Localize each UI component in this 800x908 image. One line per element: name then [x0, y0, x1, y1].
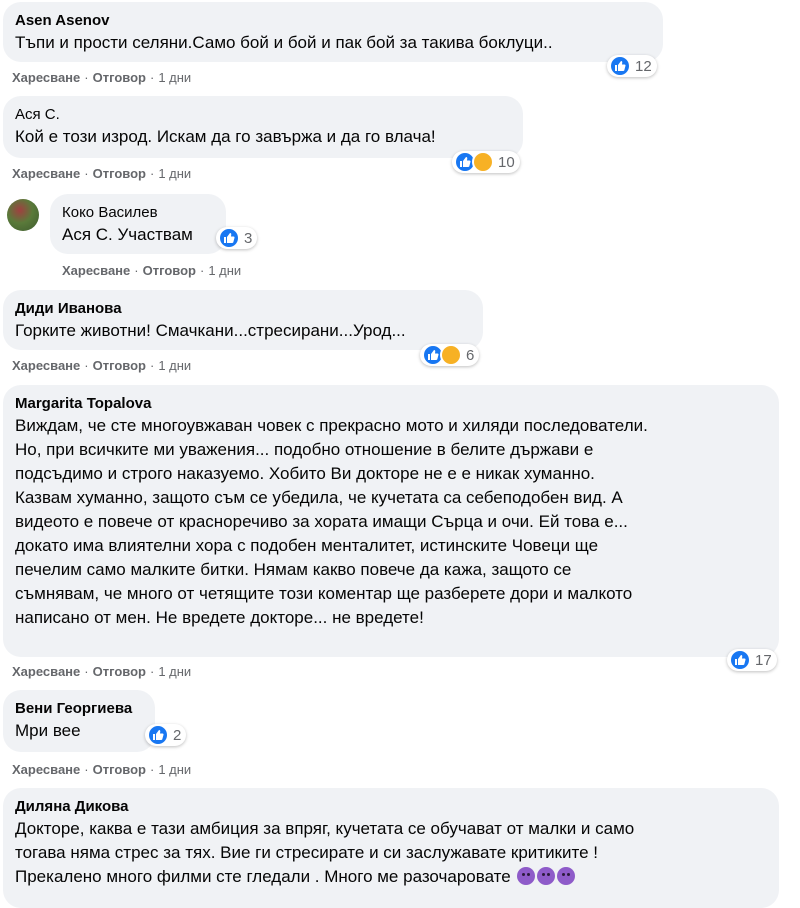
reply-link[interactable]: Отговор — [93, 358, 146, 373]
like-link[interactable]: Харесване — [12, 762, 80, 777]
comment-actions: Харесване · Отговор · 1 дни — [12, 664, 192, 679]
reaction-summary[interactable]: 10 — [452, 151, 520, 173]
comment-time[interactable]: 1 дни — [158, 358, 191, 373]
reply-link[interactable]: Отговор — [93, 166, 146, 181]
like-icon — [729, 649, 751, 671]
comment-actions: Харесване · Отговор · 1 дни — [12, 762, 192, 777]
like-link[interactable]: Харесване — [12, 70, 80, 85]
comment-bubble: Диди Иванова Горките животни! Смачкани..… — [3, 290, 483, 350]
comment-author[interactable]: Диляна Дикова — [15, 797, 765, 817]
like-icon — [147, 724, 169, 746]
like-link[interactable]: Харесване — [12, 166, 80, 181]
avatar[interactable] — [7, 199, 39, 231]
comment-author[interactable]: Коко Василев — [62, 203, 212, 223]
comment-text: Виждам, че сте многоувжаван човек с прек… — [15, 416, 648, 627]
haha-icon — [472, 151, 494, 173]
reaction-count: 2 — [173, 726, 182, 744]
comment-time[interactable]: 1 дни — [158, 70, 191, 85]
comment-time[interactable]: 1 дни — [158, 166, 191, 181]
comment-author[interactable]: Вени Георгиева — [15, 699, 141, 719]
reaction-count: 12 — [635, 57, 652, 75]
reaction-summary[interactable]: 3 — [216, 227, 258, 249]
comment-bubble: Диляна Дикова Докторе, каква е тази амби… — [3, 788, 779, 908]
comment-author[interactable]: Margarita Topalova — [15, 394, 765, 414]
comment-text: Кой е този изрод. Искам да го завържа и … — [15, 127, 436, 146]
like-icon — [609, 55, 631, 77]
comment-bubble: Margarita Topalova Виждам, че сте многоу… — [3, 385, 779, 657]
comment-author[interactable]: Asen Asenov — [15, 11, 649, 31]
comment-bubble: Коко Василев Ася С. Участвам — [50, 194, 226, 254]
comment-actions: Харесване · Отговор · 1 дни — [12, 358, 192, 373]
comment-actions: Харесване · Отговор · 1 дни — [62, 263, 242, 278]
sad-icon — [440, 344, 462, 366]
comment-time[interactable]: 1 дни — [208, 263, 241, 278]
reaction-count: 6 — [466, 346, 475, 364]
comment-bubble: Ася С. Кой е този изрод. Искам да го зав… — [3, 96, 523, 158]
angry-emoji-icon — [537, 867, 556, 885]
reply-link[interactable]: Отговор — [93, 762, 146, 777]
reaction-summary[interactable]: 12 — [607, 55, 657, 77]
comment-text: Горките животни! Смачкани...стресирани..… — [15, 321, 406, 340]
comment-time[interactable]: 1 дни — [158, 664, 191, 679]
reply-link[interactable]: Отговор — [93, 664, 146, 679]
reaction-summary[interactable]: 2 — [145, 724, 187, 746]
angry-emoji-icon — [557, 867, 576, 885]
reply-link[interactable]: Отговор — [143, 263, 196, 278]
comment-actions: Харесване · Отговор · 1 дни — [12, 166, 192, 181]
comment-text: Мри вее — [15, 721, 81, 740]
comment-text: Докторе, каква е тази амбиция за впряг, … — [15, 819, 635, 886]
reaction-summary[interactable]: 17 — [727, 649, 777, 671]
comment-author[interactable]: Диди Иванова — [15, 299, 469, 319]
reaction-count: 3 — [244, 229, 253, 247]
like-link[interactable]: Харесване — [12, 664, 80, 679]
comment-author[interactable]: Ася С. — [15, 105, 509, 125]
comment-bubble: Asen Asenov Тъпи и прости селяни.Само бо… — [3, 2, 663, 62]
comment-text: Тъпи и прости селяни.Само бой и бой и па… — [15, 33, 553, 52]
reaction-summary[interactable]: 6 — [420, 344, 480, 366]
like-link[interactable]: Харесване — [12, 358, 80, 373]
like-icon — [218, 227, 240, 249]
like-link[interactable]: Харесване — [62, 263, 130, 278]
angry-emoji-icon — [517, 867, 536, 885]
comment-text: Ася С. Участвам — [62, 225, 193, 244]
reaction-count: 10 — [498, 153, 515, 171]
comment-bubble: Вени Георгиева Мри вее — [3, 690, 155, 752]
reaction-count: 17 — [755, 651, 772, 669]
comment-time[interactable]: 1 дни — [158, 762, 191, 777]
reply-link[interactable]: Отговор — [93, 70, 146, 85]
comment-actions: Харесване · Отговор · 1 дни — [12, 70, 192, 85]
